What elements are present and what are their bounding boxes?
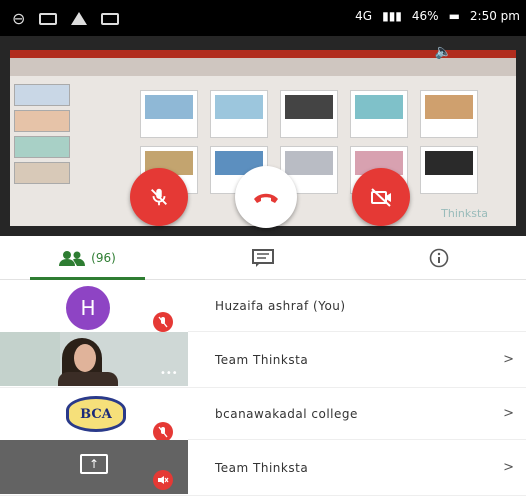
warning-icon (71, 12, 88, 25)
camera-off-icon (371, 188, 391, 207)
slide-content-grid (140, 90, 500, 194)
chat-icon (252, 249, 274, 267)
network-type: 4G (355, 9, 373, 23)
participant-name: bcanawakadal college (215, 406, 358, 421)
slide-card (350, 90, 408, 138)
slide-thumb (14, 84, 70, 106)
camera-toggle-button[interactable] (352, 168, 410, 226)
participant-name: Huzaifa ashraf (You) (215, 298, 346, 313)
speaker-off-icon (158, 476, 169, 484)
mic-off-icon (151, 188, 167, 206)
person-face (74, 344, 96, 372)
participant-row[interactable]: H Huzaifa ashraf (You) (0, 280, 526, 334)
tab-info[interactable] (351, 236, 526, 280)
chevron-right-icon[interactable]: > (503, 460, 514, 475)
participant-row[interactable]: ↑ Team Thinksta > (0, 440, 526, 496)
muted-badge (153, 470, 173, 490)
chevron-right-icon[interactable]: > (503, 406, 514, 421)
info-icon (429, 248, 448, 268)
slide-card (140, 90, 198, 138)
battery-icon: ▬ (448, 9, 460, 23)
slide-thumb (14, 136, 70, 158)
participant-name: Team Thinksta (215, 352, 309, 367)
mic-off-icon (158, 426, 168, 438)
avatar: H (0, 280, 188, 334)
avatar-letter: H (66, 286, 110, 330)
notification-icon: ⊖ (12, 9, 26, 28)
chevron-right-icon[interactable]: > (503, 352, 514, 367)
call-tabs: (96) (0, 236, 526, 280)
person-body (58, 372, 118, 386)
slide-card (420, 90, 478, 138)
participant-name: Team Thinksta (215, 460, 309, 475)
status-bar: ⊖ 4G ▮▮▮ 46% ▬ 2:50 pm (0, 0, 526, 36)
people-icon (59, 251, 86, 266)
speaker-icon[interactable]: 🔈 (435, 44, 452, 60)
avatar: BCA (0, 388, 188, 442)
participant-list: H Huzaifa ashraf (You) ••• Team Thinksta… (0, 280, 526, 496)
participant-row[interactable]: BCA bcanawakadal college > (0, 388, 526, 442)
muted-badge (153, 422, 173, 442)
video-thumbnail: ••• (0, 332, 188, 386)
slide-thumb (14, 162, 70, 184)
signal-icon: ▮▮▮ (382, 9, 402, 23)
presentation-watermark: Thinksta (441, 207, 488, 220)
slide-thumbnails (14, 84, 74, 204)
battery-percent: 46% (411, 9, 439, 23)
slide-card (420, 146, 478, 194)
slide-card (210, 90, 268, 138)
video-dots: ••• (160, 368, 178, 379)
screen-share-icon: ↑ (80, 454, 108, 474)
image-icon (101, 12, 120, 25)
clock: 2:50 pm (469, 9, 520, 23)
hangup-icon (254, 193, 278, 203)
mic-off-icon (158, 316, 168, 328)
participant-row[interactable]: ••• Team Thinksta > (0, 332, 526, 388)
muted-badge (153, 312, 173, 332)
tab-chat[interactable] (175, 236, 351, 280)
slide-card (280, 90, 338, 138)
tab-people[interactable]: (96) (0, 236, 175, 280)
slide-thumb (14, 110, 70, 132)
mute-mic-button[interactable] (130, 168, 188, 226)
end-call-button[interactable] (235, 166, 297, 228)
avatar: ↑ (0, 440, 188, 494)
participant-count: (96) (91, 251, 116, 265)
message-icon (39, 12, 58, 25)
college-logo: BCA (66, 396, 126, 432)
